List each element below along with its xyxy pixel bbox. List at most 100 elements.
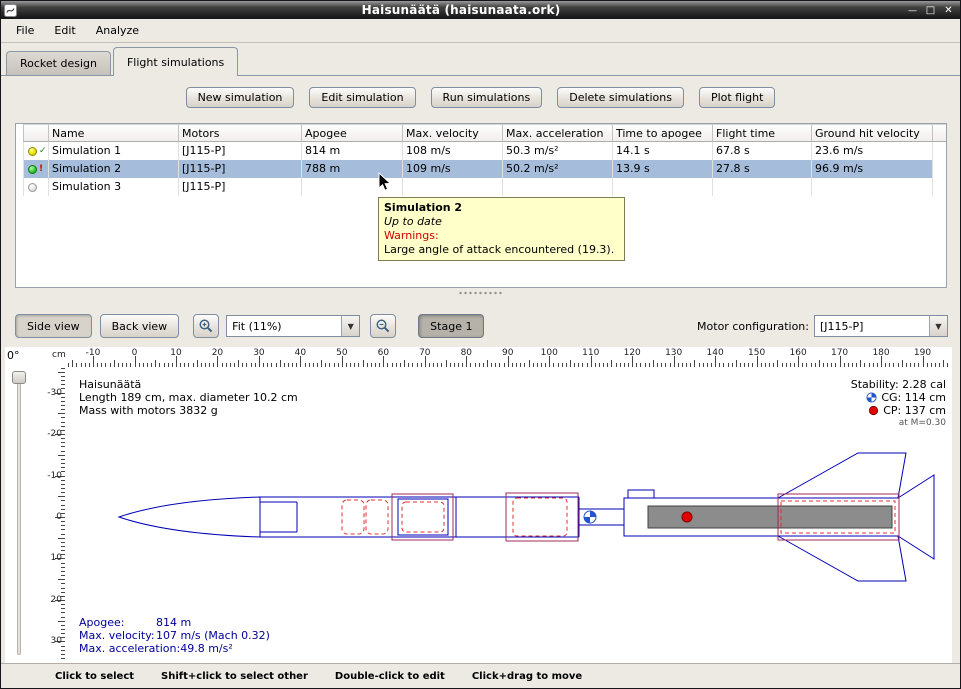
maximize-button[interactable]: □	[923, 3, 938, 17]
flight-info-label: Max. acceleration:	[79, 642, 180, 655]
stability-value: Stability: 2.28 cal	[851, 378, 946, 391]
h-ruler-label: 140	[707, 348, 724, 358]
button-plot-flight[interactable]: Plot flight	[699, 87, 775, 108]
h-ruler-label: 30	[253, 348, 264, 358]
chevron-down-icon: ▼	[341, 316, 359, 336]
zoom-out-button[interactable]	[370, 314, 396, 338]
column-header-ground-hit-velocity[interactable]: Ground hit velocity	[812, 124, 933, 142]
rocket-canvas: Haisunäätä Length 189 cm, max. diameter …	[65, 367, 952, 663]
v-ruler-label: 10	[51, 553, 62, 563]
h-ruler-label: 50	[336, 348, 347, 358]
rocket-dimensions: Length 189 cm, max. diameter 10.2 cm	[79, 391, 298, 404]
split-pane-divider[interactable]	[1, 289, 960, 297]
zoom-in-button[interactable]	[193, 314, 219, 338]
close-button[interactable]: ✕	[941, 3, 956, 17]
flight-info-value: 814 m	[156, 616, 191, 629]
tooltip-warnings-label: Warnings:	[384, 229, 619, 243]
zoom-in-icon	[198, 318, 214, 334]
minimize-button[interactable]: —	[905, 3, 920, 17]
title-bar: Haisunäätä (haisunaata.ork) — □ ✕	[1, 1, 960, 19]
motor-configuration-value: [J115-P]	[815, 316, 929, 336]
tooltip-status: Up to date	[384, 215, 619, 229]
cell: 27.8 s	[713, 160, 812, 178]
splitter-grip	[458, 291, 504, 295]
h-ruler-label: 110	[582, 348, 599, 358]
cg-row: CG: 114 cm	[851, 391, 946, 404]
rocket-view-area: 0° cm -100102030405060708090100110120130…	[5, 347, 952, 663]
column-header-max-velocity[interactable]: Max. velocity	[403, 124, 503, 142]
flight-info-value: 107 m/s (Mach 0.32)	[156, 629, 270, 642]
status-hint-3: Double-click to edit	[335, 671, 445, 682]
v-ruler-label: -20	[47, 429, 62, 439]
side-view-button[interactable]: Side view	[15, 314, 92, 338]
cp-value: CP: 137 cm	[883, 404, 946, 417]
status-hint-2: Shift+click to select other	[161, 671, 308, 682]
column-header-motors[interactable]: Motors	[179, 124, 302, 142]
menu-item-analyze[interactable]: Analyze	[86, 21, 149, 40]
stage-1-toggle[interactable]: Stage 1	[418, 314, 484, 338]
column-header-apogee[interactable]: Apogee	[302, 124, 403, 142]
status-ok-icon	[28, 147, 37, 156]
column-header-name[interactable]: Name	[49, 124, 179, 142]
column-header-max-acceleration[interactable]: Max. acceleration	[503, 124, 613, 142]
table-body: ✓Simulation 1[J115-P]814 m108 m/s50.3 m/…	[23, 142, 946, 196]
simulation-row-3[interactable]: Simulation 3[J115-P]	[23, 178, 933, 196]
h-ruler-label: 150	[748, 348, 765, 358]
v-ruler-label: 30	[51, 636, 62, 646]
h-ruler-label: 170	[831, 348, 848, 358]
menu-item-file[interactable]: File	[6, 21, 44, 40]
flight-info: Apogee:814 mMax. velocity:107 m/s (Mach …	[79, 616, 270, 655]
menu-bar: FileEditAnalyze	[1, 19, 960, 43]
rotation-slider-track[interactable]	[17, 373, 21, 655]
motor-configuration-select[interactable]: [J115-P] ▼	[814, 315, 948, 337]
v-ruler-label: -30	[47, 388, 62, 398]
menu-item-edit[interactable]: Edit	[44, 21, 85, 40]
h-ruler-label: 10	[170, 348, 181, 358]
back-view-button[interactable]: Back view	[100, 314, 180, 338]
h-ruler-label: 190	[914, 348, 931, 358]
cell: 23.6 m/s	[812, 142, 933, 160]
cell: 108 m/s	[403, 142, 503, 160]
button-new-simulation[interactable]: New simulation	[186, 87, 295, 108]
simulation-toolbar: New simulation Edit simulation Run simulat…	[1, 87, 960, 108]
h-ruler-label: 130	[665, 348, 682, 358]
rocket-name: Haisunäätä	[79, 378, 298, 391]
zoom-level-select[interactable]: Fit (11%) ▼	[226, 315, 360, 337]
simulation-row-1[interactable]: ✓Simulation 1[J115-P]814 m108 m/s50.3 m/…	[23, 142, 933, 160]
cell: 13.9 s	[613, 160, 713, 178]
zoom-level-value: Fit (11%)	[227, 316, 341, 336]
tab-flight-simulations[interactable]: Flight simulations	[113, 47, 238, 76]
v-ruler-labels: -30-20-100102030	[49, 367, 65, 663]
h-ruler-label: 0	[132, 348, 138, 358]
mouse-cursor	[378, 172, 392, 192]
status-hint-1: Click to select	[55, 671, 134, 682]
cp-icon	[868, 405, 879, 416]
button-edit-simulation[interactable]: Edit simulation	[309, 87, 415, 108]
column-header-flight-time[interactable]: Flight time	[713, 124, 812, 142]
cell: Simulation 1	[49, 142, 179, 160]
flight-info-label: Apogee:	[79, 616, 156, 629]
rotation-angle-label: 0°	[7, 349, 20, 362]
cell: 50.3 m/s²	[503, 142, 613, 160]
status-glyph: ✓	[39, 147, 47, 156]
h-ruler-label: 40	[295, 348, 306, 358]
status-not-run-icon	[28, 183, 37, 192]
button-run-simulations[interactable]: Run simulations	[431, 87, 543, 108]
status-glyph: !	[39, 165, 43, 174]
vertical-ruler: -30-20-100102030	[49, 367, 65, 663]
column-header-time-to-apogee[interactable]: Time to apogee	[613, 124, 713, 142]
status-hint-4: Click+drag to move	[472, 671, 582, 682]
rotation-slider-thumb[interactable]	[12, 371, 26, 384]
tab-rocket-design[interactable]: Rocket design	[6, 51, 111, 75]
cg-icon	[866, 392, 877, 403]
simulation-status-cell: ✓	[23, 142, 49, 160]
cell: 96.9 m/s	[812, 160, 933, 178]
h-ruler-labels: -100102030405060708090100110120130140150…	[65, 347, 952, 367]
v-ruler-label: 20	[51, 595, 62, 605]
h-ruler-label: 20	[212, 348, 223, 358]
column-header-status[interactable]	[23, 124, 49, 142]
simulation-row-2[interactable]: !Simulation 2[J115-P]788 m109 m/s50.2 m/…	[23, 160, 933, 178]
button-delete-simulations[interactable]: Delete simulations	[557, 87, 684, 108]
cp-marker	[682, 512, 692, 522]
cell: [J115-P]	[179, 142, 302, 160]
